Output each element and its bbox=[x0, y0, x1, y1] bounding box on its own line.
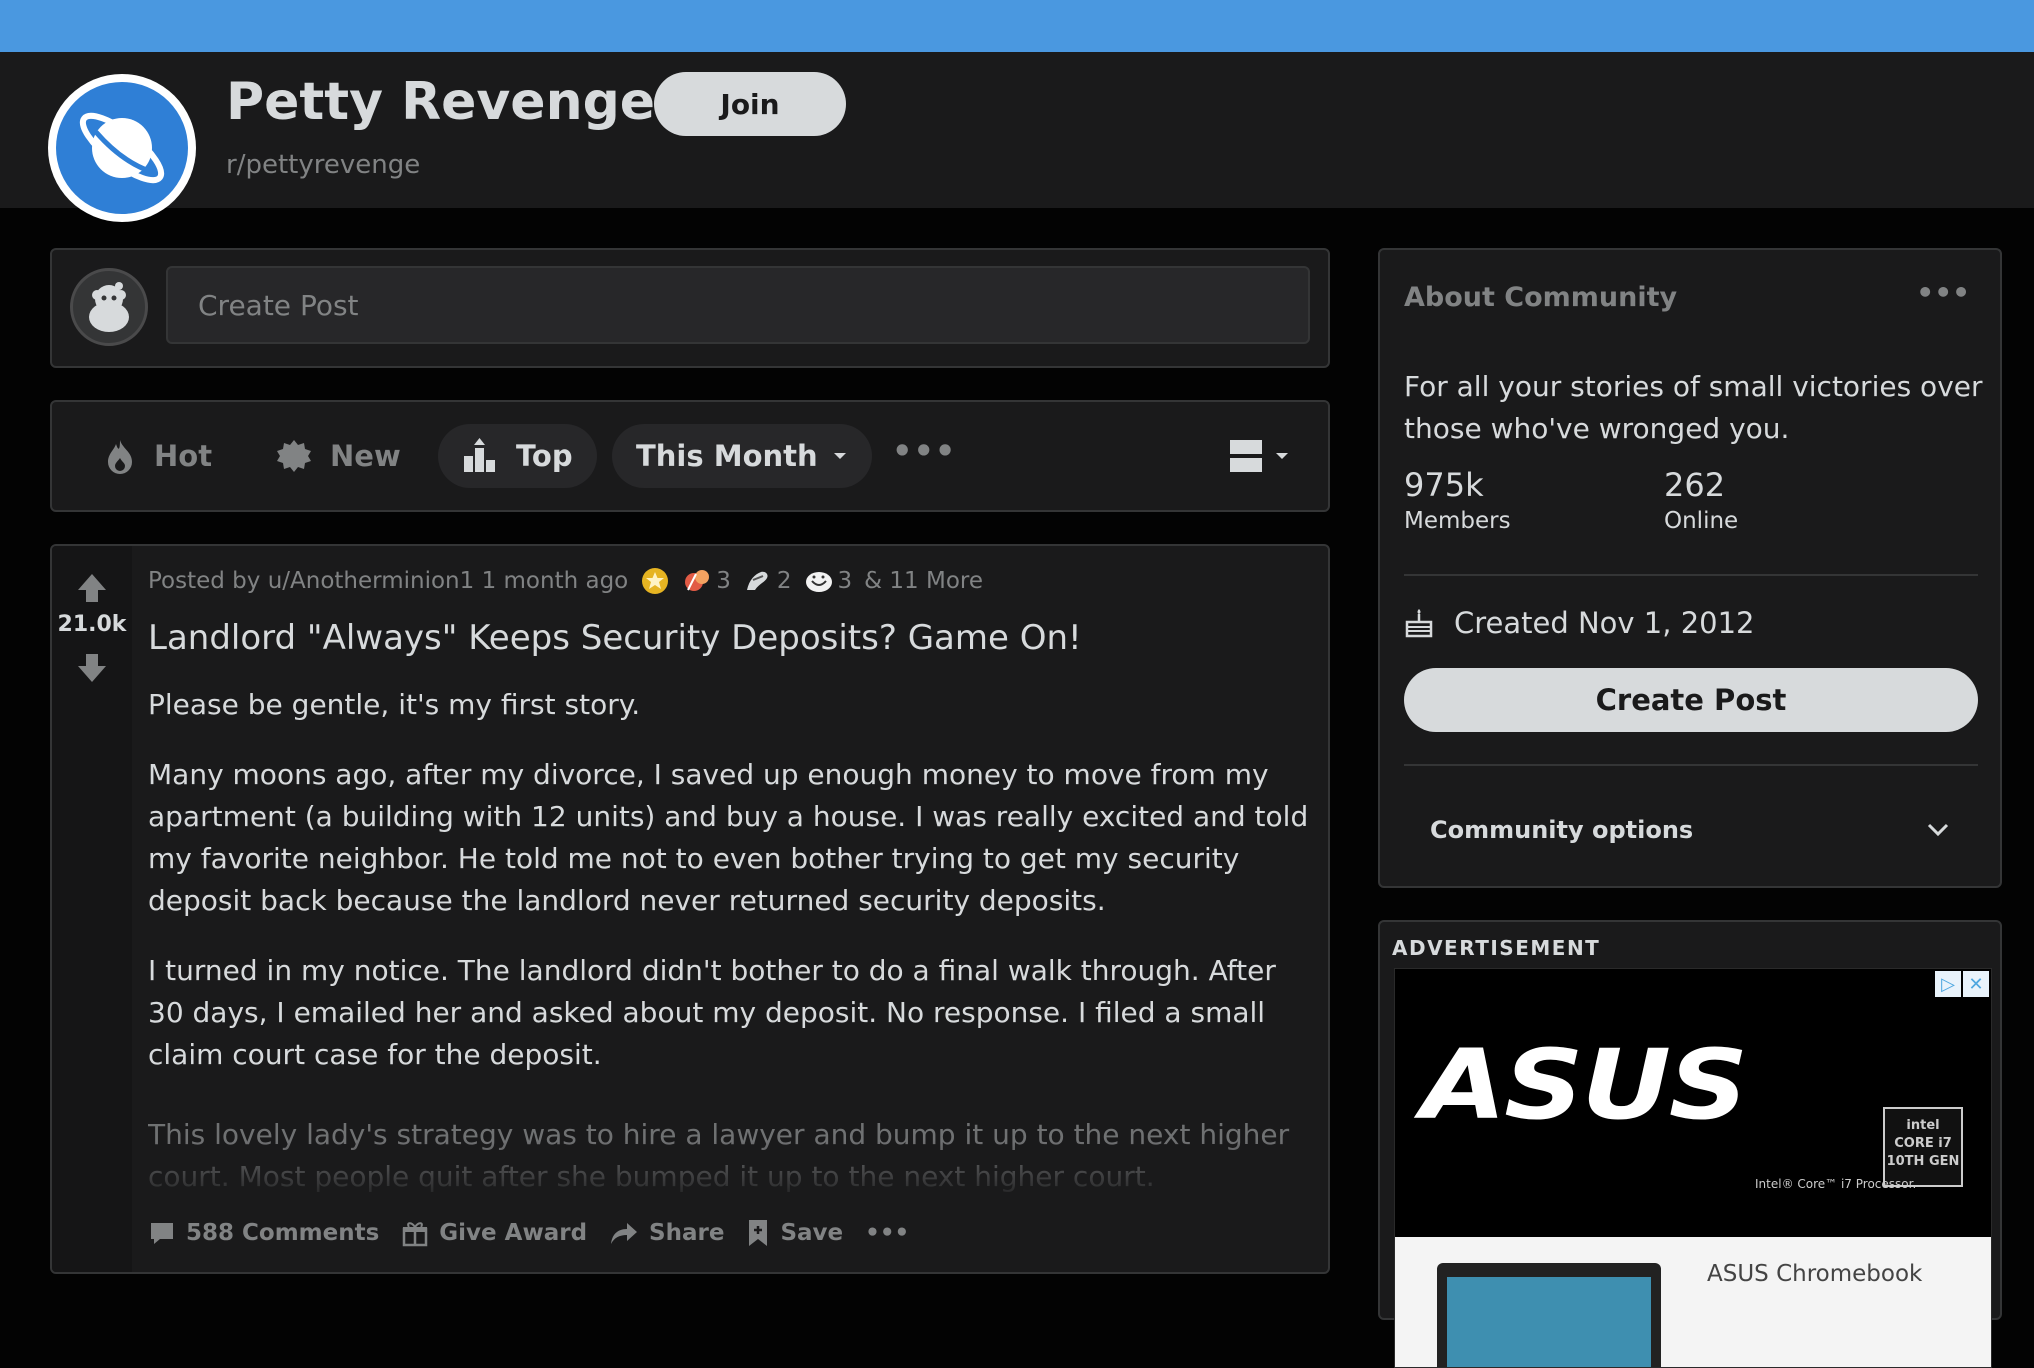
comments-label: 588 Comments bbox=[186, 1220, 380, 1246]
members-label: Members bbox=[1404, 508, 1511, 534]
bookmark-plus-icon bbox=[749, 1220, 768, 1246]
card-view-icon bbox=[1230, 440, 1262, 472]
advertisement-panel: ADVERTISEMENT ASUS intel CORE i7 10TH GE… bbox=[1378, 920, 2002, 1368]
divider bbox=[1404, 574, 1978, 576]
subreddit-header: Petty Revenge r/pettyrevenge Join bbox=[0, 52, 2034, 222]
sort-top-button[interactable]: Top bbox=[438, 424, 597, 488]
post-more-button[interactable]: ••• bbox=[865, 1220, 909, 1246]
online-count: 262 bbox=[1664, 466, 1726, 504]
award-gold[interactable] bbox=[640, 566, 670, 596]
share-icon bbox=[611, 1223, 638, 1244]
awards-more[interactable]: & 11 More bbox=[864, 568, 983, 594]
post-actions: 588 Comments Give Award Share Save ••• bbox=[148, 1218, 909, 1248]
post-paragraph-faded: This lovely lady's strategy was to hire … bbox=[148, 1118, 1290, 1193]
sort-top-label: Top bbox=[516, 439, 573, 473]
award-laugh-count: 3 bbox=[837, 568, 853, 594]
community-options-toggle[interactable]: Community options bbox=[1430, 816, 1950, 844]
subreddit-banner bbox=[0, 0, 2034, 52]
post-paragraph: I turned in my notice. The landlord didn… bbox=[148, 954, 1276, 1071]
intel-badge: intel CORE i7 10TH GEN bbox=[1883, 1107, 1963, 1187]
divider bbox=[1404, 764, 1978, 766]
create-post-box bbox=[50, 248, 1330, 368]
post-card[interactable]: 21.0k Posted by u/Anotherminion1 1 month… bbox=[50, 544, 1330, 1274]
about-title: About Community bbox=[1404, 282, 1678, 313]
sort-new-button[interactable]: New bbox=[252, 424, 425, 488]
chevron-down-icon bbox=[1927, 823, 1949, 837]
give-award-button[interactable]: Give Award bbox=[401, 1219, 587, 1247]
post-author-line[interactable]: Posted by u/Anotherminion1 1 month ago bbox=[148, 568, 628, 594]
award-laugh[interactable]: 3 bbox=[804, 566, 853, 596]
post-title[interactable]: Landlord "Always" Keeps Security Deposit… bbox=[148, 618, 1082, 658]
award-hands[interactable]: 2 bbox=[743, 566, 792, 596]
post-meta: Posted by u/Anotherminion1 1 month ago 3… bbox=[148, 566, 983, 596]
share-button[interactable]: Share bbox=[609, 1219, 724, 1247]
laptop-image bbox=[1437, 1263, 1661, 1367]
wholesome-award-icon bbox=[685, 570, 710, 591]
create-post-input[interactable] bbox=[166, 266, 1310, 344]
ad-product-strip: ASUS Chromebook bbox=[1395, 1237, 1991, 1367]
award-hands-count: 2 bbox=[776, 568, 792, 594]
share-label: Share bbox=[649, 1220, 725, 1246]
laugh-award-icon bbox=[805, 572, 832, 592]
save-label: Save bbox=[780, 1220, 844, 1246]
award-wholesome[interactable]: 3 bbox=[682, 566, 731, 596]
post-paragraph: Please be gentle, it's my first story. bbox=[148, 688, 641, 721]
downvote-icon[interactable] bbox=[74, 650, 110, 686]
hands-award-icon bbox=[746, 571, 768, 590]
sort-new-label: New bbox=[330, 439, 401, 473]
caret-down-icon bbox=[1276, 453, 1288, 459]
online-label: Online bbox=[1664, 508, 1739, 534]
adchoices-icon[interactable]: ▷ bbox=[1935, 971, 1961, 997]
cake-icon bbox=[1405, 609, 1433, 638]
give-award-label: Give Award bbox=[439, 1220, 588, 1246]
online-stat: 262 Online bbox=[1664, 466, 1738, 534]
subreddit-name: r/pettyrevenge bbox=[226, 150, 421, 180]
snoo-avatar-icon bbox=[89, 282, 129, 332]
join-button[interactable]: Join bbox=[654, 72, 846, 136]
user-avatar[interactable] bbox=[70, 268, 148, 346]
view-toggle[interactable] bbox=[1228, 438, 1290, 474]
sparkle-badge-icon bbox=[277, 440, 311, 472]
about-more-button[interactable]: ••• bbox=[1916, 276, 1970, 309]
podium-icon bbox=[464, 438, 495, 472]
about-description: For all your stories of small victories … bbox=[1404, 370, 1983, 445]
planet-icon bbox=[79, 112, 165, 184]
members-count: 975k bbox=[1404, 466, 1484, 504]
ad-processor-text: Intel® Core™ i7 Processor. bbox=[1755, 1177, 1917, 1191]
caret-down-icon bbox=[833, 453, 846, 459]
time-period-dropdown[interactable]: This Month bbox=[612, 424, 872, 488]
sidebar-create-post-button[interactable]: Create Post bbox=[1404, 668, 1978, 732]
ad-creative[interactable]: ASUS intel CORE i7 10TH GEN Intel® Core™… bbox=[1394, 968, 1992, 1368]
comment-icon bbox=[151, 1223, 173, 1244]
created-label: Created Nov 1, 2012 bbox=[1454, 606, 1755, 640]
sort-more-button[interactable]: ••• bbox=[892, 432, 956, 470]
members-stat: 975k Members bbox=[1404, 466, 1511, 534]
gold-award-icon bbox=[642, 568, 669, 594]
subreddit-logo[interactable] bbox=[48, 74, 196, 222]
post-score: 21.0k bbox=[57, 612, 127, 637]
upvote-icon[interactable] bbox=[74, 570, 110, 606]
ad-label: ADVERTISEMENT bbox=[1392, 936, 1601, 960]
close-icon[interactable]: ✕ bbox=[1963, 971, 1989, 997]
post-paragraph: Many moons ago, after my divorce, I save… bbox=[148, 758, 1309, 917]
award-wholesome-count: 3 bbox=[716, 568, 731, 594]
gift-icon bbox=[403, 1222, 428, 1247]
flame-icon bbox=[108, 440, 132, 474]
subreddit-title: Petty Revenge bbox=[226, 72, 656, 132]
sort-hot-button[interactable]: Hot bbox=[80, 424, 236, 488]
sort-bar: Hot New Top This Month ••• bbox=[50, 400, 1330, 512]
ad-product-name: ASUS Chromebook bbox=[1707, 1261, 1923, 1287]
comments-button[interactable]: 588 Comments bbox=[148, 1219, 379, 1247]
about-community-panel: About Community ••• For all your stories… bbox=[1378, 248, 2002, 888]
save-button[interactable]: Save bbox=[746, 1218, 843, 1248]
vote-column: 21.0k bbox=[52, 546, 132, 1272]
created-date: Created Nov 1, 2012 bbox=[1404, 606, 1755, 640]
sort-hot-label: Hot bbox=[154, 439, 213, 473]
time-period-label: This Month bbox=[636, 439, 818, 473]
post-body: Please be gentle, it's my first story. M… bbox=[148, 684, 1318, 1104]
ad-brand-logo: ASUS bbox=[1421, 1029, 1748, 1141]
community-options-label: Community options bbox=[1430, 816, 1694, 844]
ad-controls: ▷ ✕ bbox=[1935, 971, 1989, 997]
